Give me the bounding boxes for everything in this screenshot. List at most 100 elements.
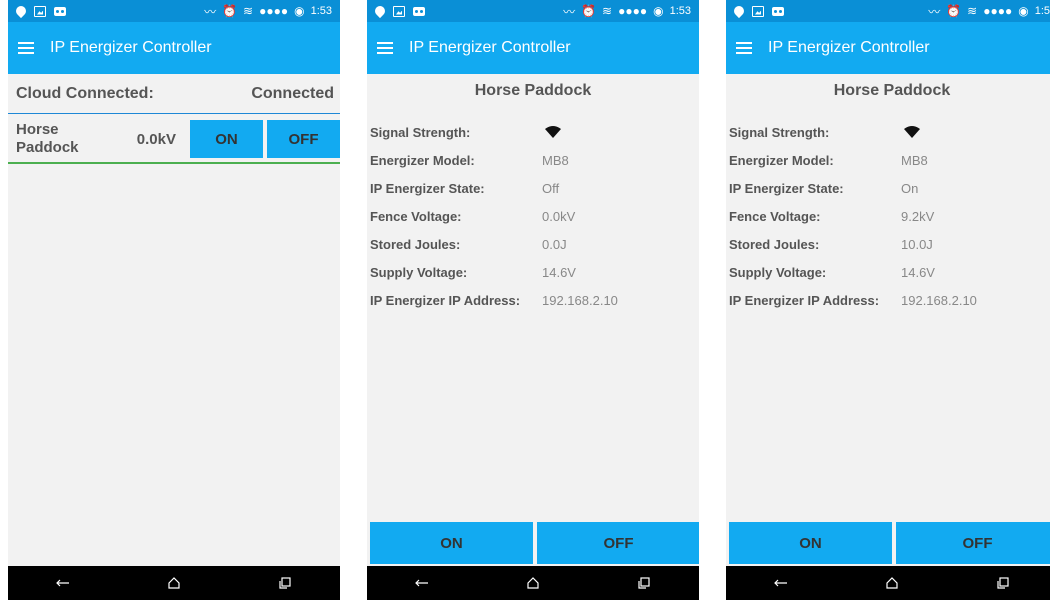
field-label: Stored Joules: xyxy=(729,236,820,252)
battery-icon: ◉ xyxy=(653,4,664,18)
battery-icon: ◉ xyxy=(294,4,305,18)
alarm-icon: ⏰ xyxy=(222,4,238,18)
on-button[interactable]: ON xyxy=(729,522,892,564)
field-signal-strength: Signal Strength: xyxy=(370,118,690,146)
field-label: Signal Strength: xyxy=(729,124,830,140)
recent-apps-icon[interactable] xyxy=(983,566,1023,600)
hamburger-menu-icon[interactable] xyxy=(18,42,34,54)
off-button[interactable]: OFF xyxy=(896,522,1050,564)
field-energizer-state: IP Energizer State: On xyxy=(729,174,1049,202)
recent-apps-icon[interactable] xyxy=(265,566,305,600)
game-controller-icon xyxy=(54,6,66,16)
home-icon[interactable] xyxy=(872,566,912,600)
field-label: IP Energizer State: xyxy=(370,180,485,196)
field-label: Energizer Model: xyxy=(370,152,475,168)
field-ip-address: IP Energizer IP Address: 192.168.2.10 xyxy=(370,286,690,314)
app-title: IP Energizer Controller xyxy=(50,39,212,56)
field-energizer-state: IP Energizer State: Off xyxy=(370,174,690,202)
back-icon[interactable] xyxy=(761,566,801,600)
field-label: Fence Voltage: xyxy=(729,208,821,224)
device-on-button[interactable]: ON xyxy=(190,120,263,158)
app-title: IP Energizer Controller xyxy=(409,39,571,56)
field-stored-joules: Stored Joules: 10.0J xyxy=(729,230,1049,258)
wifi-icon xyxy=(903,125,921,139)
signal-dots-icon: ●●●● xyxy=(618,4,648,18)
field-value: MB8 xyxy=(901,152,928,168)
field-value: 0.0J xyxy=(542,236,567,252)
wifi-icon xyxy=(544,125,562,139)
hamburger-menu-icon[interactable] xyxy=(377,42,393,54)
field-value: Off xyxy=(542,180,560,196)
detail-button-bar: ON OFF xyxy=(729,522,1050,564)
field-value: 14.6V xyxy=(542,264,576,280)
field-label: Signal Strength: xyxy=(370,124,471,140)
off-button[interactable]: OFF xyxy=(537,522,699,564)
wifi-status-icon: ≋ xyxy=(602,4,613,18)
image-notification-icon xyxy=(393,5,405,17)
navigation-bar xyxy=(726,566,1050,600)
cloud-status-value: Connected xyxy=(251,84,334,102)
field-supply-voltage: Supply Voltage: 14.6V xyxy=(729,258,1049,286)
game-controller-icon xyxy=(413,6,425,16)
phone-screen-device-list: 〰 ⏰ ≋ ●●●● ◉ 1:53 IP Energizer Controlle… xyxy=(8,0,340,600)
phone-screen-device-detail-on: 〰 ⏰ ≋ ●●●● ◉ 1:5 IP Energizer Controller… xyxy=(726,0,1050,600)
device-name: Horse Paddock xyxy=(16,121,79,156)
field-value: 14.6V xyxy=(901,264,935,280)
field-ip-address: IP Energizer IP Address: 192.168.2.10 xyxy=(729,286,1049,314)
location-pin-icon xyxy=(13,3,29,19)
field-fence-voltage: Fence Voltage: 9.2kV xyxy=(729,202,1049,230)
field-energizer-model: Energizer Model: MB8 xyxy=(729,146,1049,174)
on-button[interactable]: ON xyxy=(370,522,533,564)
status-bar: 〰 ⏰ ≋ ●●●● ◉ 1:53 xyxy=(367,0,699,22)
activity-icon: 〰 xyxy=(563,4,576,19)
device-list-item[interactable]: Horse Paddock 0.0kV ON OFF xyxy=(8,116,340,164)
navigation-bar xyxy=(367,566,699,600)
field-energizer-model: Energizer Model: MB8 xyxy=(370,146,690,174)
field-value: 192.168.2.10 xyxy=(542,292,618,308)
app-title: IP Energizer Controller xyxy=(768,39,930,56)
app-bar: IP Energizer Controller xyxy=(726,22,1050,74)
field-label: Fence Voltage: xyxy=(370,208,462,224)
app-bar: IP Energizer Controller xyxy=(367,22,699,74)
detail-field-list: Signal Strength: Energizer Model: MB8 IP… xyxy=(729,118,1049,314)
home-icon[interactable] xyxy=(154,566,194,600)
field-signal-strength: Signal Strength: xyxy=(729,118,1049,146)
hamburger-menu-icon[interactable] xyxy=(736,42,752,54)
detail-title: Horse Paddock xyxy=(833,82,951,99)
field-value: 10.0J xyxy=(901,236,933,252)
field-label: IP Energizer State: xyxy=(729,180,844,196)
device-off-button[interactable]: OFF xyxy=(267,120,340,158)
home-icon[interactable] xyxy=(513,566,553,600)
field-label: IP Energizer IP Address: xyxy=(729,292,880,308)
field-value: 9.2kV xyxy=(901,208,935,224)
location-pin-icon xyxy=(731,3,747,19)
field-label: Stored Joules: xyxy=(370,236,461,252)
field-fence-voltage: Fence Voltage: 0.0kV xyxy=(370,202,690,230)
field-value: 192.168.2.10 xyxy=(901,292,977,308)
activity-icon: 〰 xyxy=(928,4,941,19)
detail-button-bar: ON OFF xyxy=(370,522,699,564)
detail-title: Horse Paddock xyxy=(474,82,592,99)
field-label: Supply Voltage: xyxy=(370,264,468,280)
field-value: 0.0kV xyxy=(542,208,576,224)
back-icon[interactable] xyxy=(402,566,442,600)
wifi-status-icon: ≋ xyxy=(967,4,978,18)
field-stored-joules: Stored Joules: 0.0J xyxy=(370,230,690,258)
status-bar: 〰 ⏰ ≋ ●●●● ◉ 1:53 xyxy=(8,0,340,22)
image-notification-icon xyxy=(752,5,764,17)
detail-field-list: Signal Strength: Energizer Model: MB8 IP… xyxy=(370,118,690,314)
device-voltage: 0.0kV xyxy=(136,130,176,148)
recent-apps-icon[interactable] xyxy=(624,566,664,600)
signal-dots-icon: ●●●● xyxy=(259,4,289,18)
field-label: IP Energizer IP Address: xyxy=(370,292,521,308)
game-controller-icon xyxy=(772,6,784,16)
location-pin-icon xyxy=(372,3,388,19)
field-value: On xyxy=(901,180,919,196)
wifi-status-icon: ≋ xyxy=(243,4,254,18)
back-icon[interactable] xyxy=(43,566,83,600)
image-notification-icon xyxy=(34,5,46,17)
field-supply-voltage: Supply Voltage: 14.6V xyxy=(370,258,690,286)
status-time: 1:53 xyxy=(310,5,332,17)
field-label: Energizer Model: xyxy=(729,152,834,168)
navigation-bar xyxy=(8,566,340,600)
